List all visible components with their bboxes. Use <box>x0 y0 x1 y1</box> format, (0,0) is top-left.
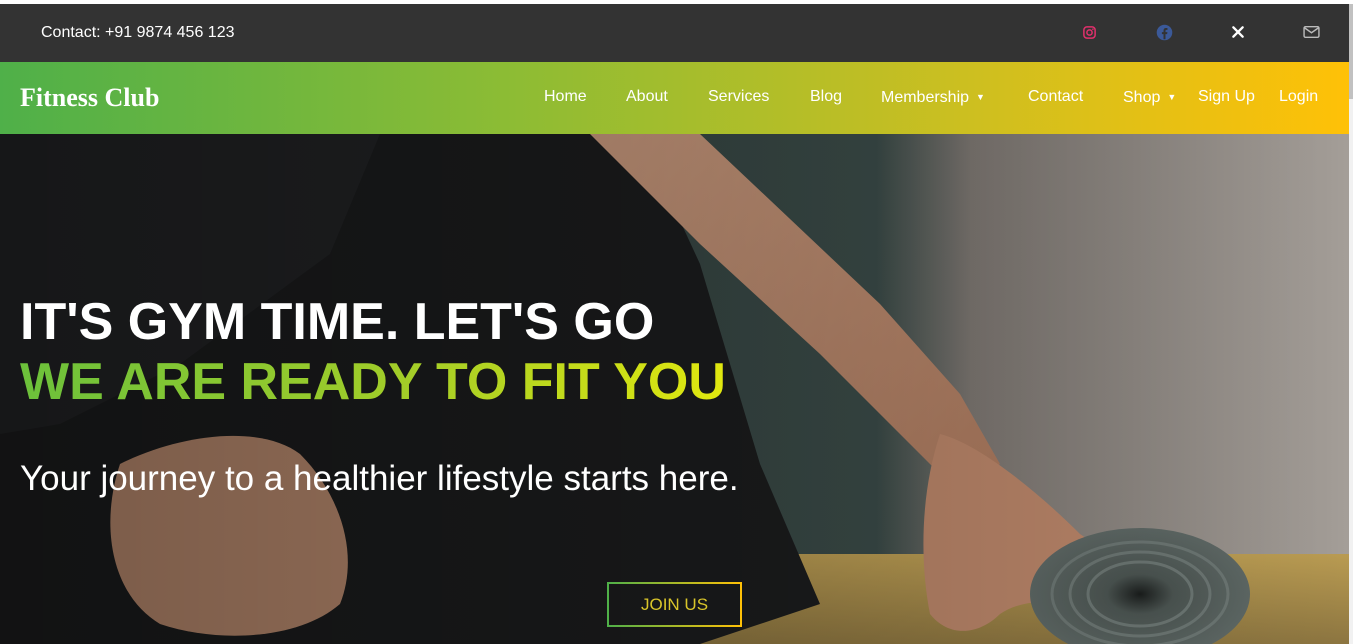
nav-membership-label: Membership <box>881 89 970 106</box>
nav-sign-up[interactable]: Sign Up <box>1198 87 1255 107</box>
facebook-icon[interactable] <box>1154 22 1174 42</box>
page: Contact: +91 9874 456 123 Fitness Club H… <box>0 0 1353 644</box>
top-contact-bar: Contact: +91 9874 456 123 <box>0 4 1349 62</box>
nav-blog[interactable]: Blog <box>810 87 842 107</box>
hero-section: IT'S GYM TIME. LET'S GO WE ARE READY TO … <box>0 134 1349 644</box>
contact-phone: Contact: +91 9874 456 123 <box>41 24 235 41</box>
caret-down-icon: ▼ <box>976 92 985 102</box>
nav-home[interactable]: Home <box>544 87 587 107</box>
instagram-icon[interactable] <box>1079 22 1099 42</box>
hero-subtitle: Your journey to a healthier lifestyle st… <box>20 459 739 498</box>
brand-logo[interactable]: Fitness Club <box>20 82 159 114</box>
main-navbar: Fitness Club Home About Services Blog Me… <box>0 62 1349 134</box>
nav-membership-dropdown[interactable]: Membership ▼ <box>881 87 985 108</box>
nav-shop-label: Shop <box>1123 89 1161 106</box>
nav-contact[interactable]: Contact <box>1028 87 1083 107</box>
scrollbar-thumb[interactable] <box>1349 4 1353 99</box>
nav-services[interactable]: Services <box>708 87 769 107</box>
nav-about[interactable]: About <box>626 87 668 107</box>
page-scrollbar[interactable] <box>1349 4 1353 644</box>
hero-title-line-1: IT'S GYM TIME. LET'S GO <box>20 293 655 351</box>
caret-down-icon: ▼ <box>1167 92 1177 102</box>
hero-title-line-2: WE ARE READY TO FIT YOU <box>20 353 726 411</box>
nav-login[interactable]: Login <box>1279 87 1318 107</box>
join-us-button[interactable]: JOIN US <box>607 582 742 627</box>
nav-shop-dropdown[interactable]: Shop ▼ <box>1123 87 1176 108</box>
mail-icon[interactable] <box>1301 22 1321 42</box>
x-icon[interactable] <box>1228 22 1248 42</box>
